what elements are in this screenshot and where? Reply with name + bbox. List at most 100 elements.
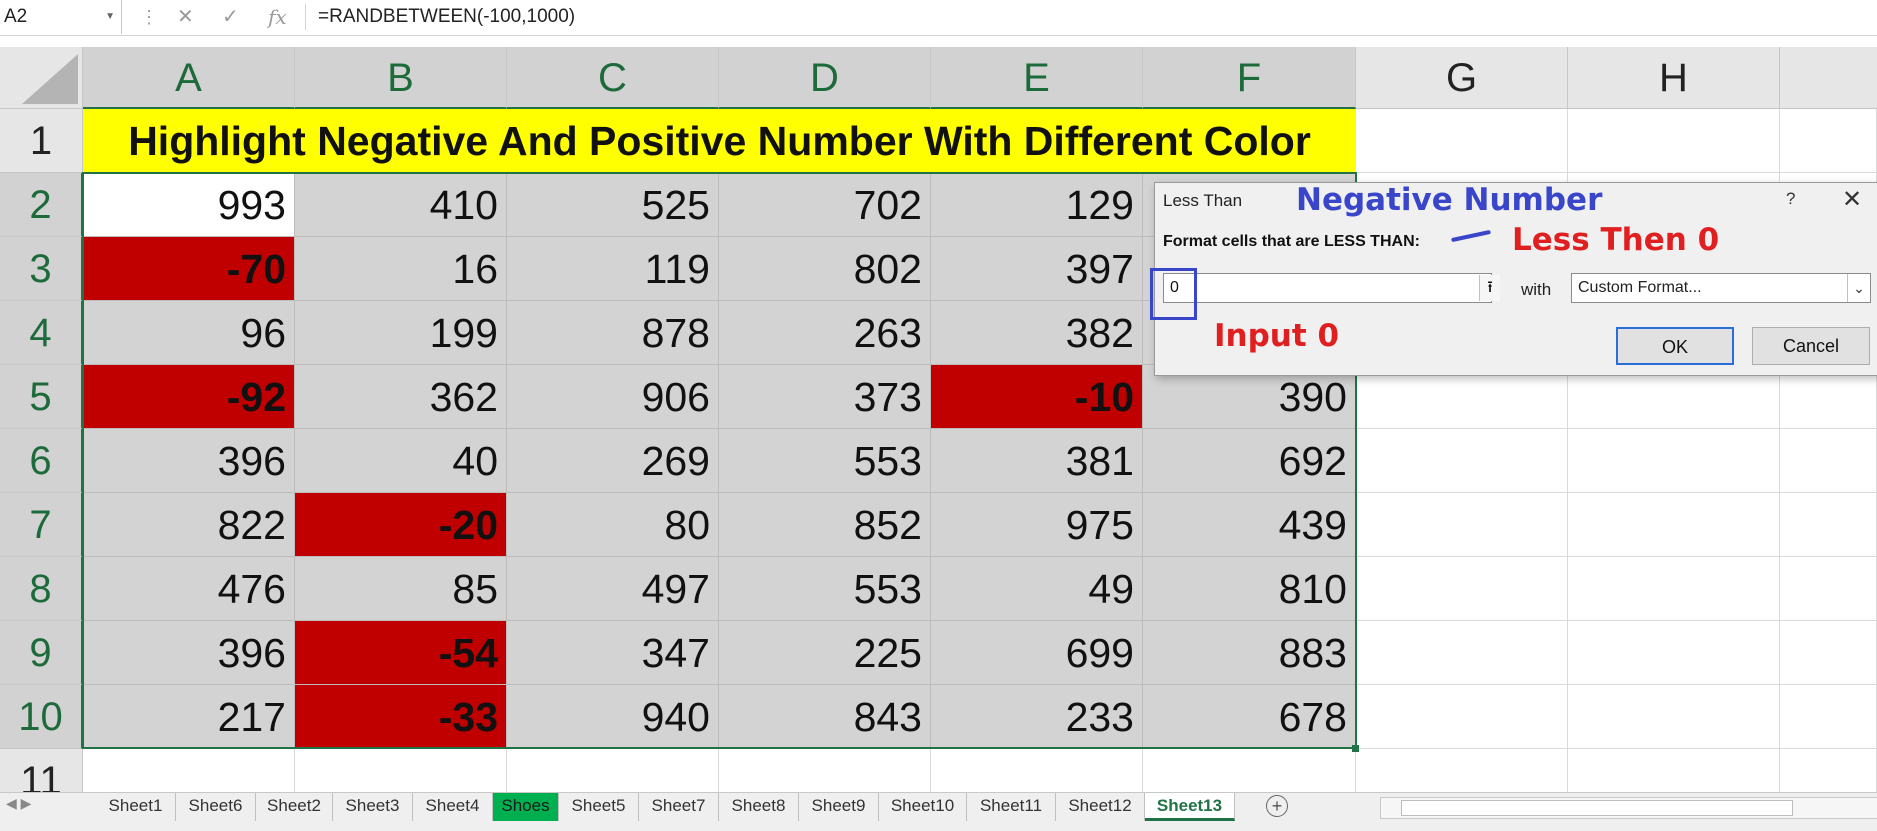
cell-b10[interactable]: -33 bbox=[295, 685, 507, 749]
title-cell[interactable]: Highlight Negative And Positive Number W… bbox=[83, 109, 1356, 173]
row-header-5[interactable]: 5 bbox=[0, 365, 83, 429]
cell-e3[interactable]: 397 bbox=[931, 237, 1143, 301]
sheet-tab-sheet12[interactable]: Sheet12 bbox=[1056, 793, 1145, 821]
cell-a6[interactable]: 396 bbox=[83, 429, 295, 493]
cell-e2[interactable]: 129 bbox=[931, 173, 1143, 237]
cell-e5[interactable]: -10 bbox=[931, 365, 1143, 429]
cancel-button[interactable]: Cancel bbox=[1752, 327, 1870, 365]
cell-f6[interactable]: 692 bbox=[1143, 429, 1356, 493]
sheet-tab-sheet9[interactable]: Sheet9 bbox=[799, 793, 879, 821]
row-header-7[interactable]: 7 bbox=[0, 493, 83, 557]
empty-cell[interactable] bbox=[1356, 557, 1568, 621]
sheet-tab-sheet5[interactable]: Sheet5 bbox=[559, 793, 639, 821]
ok-button[interactable]: OK bbox=[1616, 327, 1734, 365]
row-header-9[interactable]: 9 bbox=[0, 621, 83, 685]
sheet-tab-sheet3[interactable]: Sheet3 bbox=[333, 793, 413, 821]
row-header-6[interactable]: 6 bbox=[0, 429, 83, 493]
cell-c10[interactable]: 940 bbox=[507, 685, 719, 749]
cell-d8[interactable]: 553 bbox=[719, 557, 931, 621]
empty-cell[interactable] bbox=[1568, 557, 1780, 621]
format-select[interactable]: Custom Format... ⌄ bbox=[1571, 273, 1871, 303]
help-icon[interactable]: ? bbox=[1786, 189, 1795, 209]
row-header-8[interactable]: 8 bbox=[0, 557, 83, 621]
cell-f8[interactable]: 810 bbox=[1143, 557, 1356, 621]
cell-d2[interactable]: 702 bbox=[719, 173, 931, 237]
empty-cell[interactable] bbox=[1356, 685, 1568, 749]
cell-d5[interactable]: 373 bbox=[719, 365, 931, 429]
cell-c9[interactable]: 347 bbox=[507, 621, 719, 685]
chevron-down-icon[interactable]: ⌄ bbox=[1847, 274, 1870, 302]
cell-b8[interactable]: 85 bbox=[295, 557, 507, 621]
cell-c3[interactable]: 119 bbox=[507, 237, 719, 301]
empty-cell[interactable] bbox=[1568, 109, 1780, 173]
collapse-dialog-icon[interactable]: ⭱ bbox=[1479, 275, 1500, 301]
cell-d9[interactable]: 225 bbox=[719, 621, 931, 685]
formula-input[interactable]: =RANDBETWEEN(-100,1000) bbox=[318, 0, 575, 34]
cell-f9[interactable]: 883 bbox=[1143, 621, 1356, 685]
cell-d7[interactable]: 852 bbox=[719, 493, 931, 557]
empty-cell[interactable] bbox=[1780, 557, 1877, 621]
sheet-tab-sheet4[interactable]: Sheet4 bbox=[413, 793, 493, 821]
empty-cell[interactable] bbox=[1356, 429, 1568, 493]
cell-a9[interactable]: 396 bbox=[83, 621, 295, 685]
row-header-2[interactable]: 2 bbox=[0, 173, 83, 237]
cell-a8[interactable]: 476 bbox=[83, 557, 295, 621]
empty-cell[interactable] bbox=[1356, 109, 1568, 173]
chevron-down-icon[interactable]: ▼ bbox=[105, 0, 115, 34]
sheet-tab-sheet10[interactable]: Sheet10 bbox=[879, 793, 967, 821]
cell-e8[interactable]: 49 bbox=[931, 557, 1143, 621]
scrollbar-thumb[interactable] bbox=[1401, 800, 1793, 816]
sheet-tab-sheet6[interactable]: Sheet6 bbox=[176, 793, 256, 821]
sheet-tab-sheet11[interactable]: Sheet11 bbox=[967, 793, 1056, 821]
cell-a3[interactable]: -70 bbox=[83, 237, 295, 301]
cell-b7[interactable]: -20 bbox=[295, 493, 507, 557]
column-header-a[interactable]: A bbox=[83, 47, 295, 109]
column-header-f[interactable]: F bbox=[1143, 47, 1356, 109]
empty-cell[interactable] bbox=[1356, 621, 1568, 685]
value-input[interactable]: 0 bbox=[1163, 273, 1492, 303]
cell-e9[interactable]: 699 bbox=[931, 621, 1143, 685]
row-header-10[interactable]: 10 bbox=[0, 685, 83, 749]
enter-icon[interactable]: ✓ bbox=[222, 0, 239, 34]
empty-cell[interactable] bbox=[1780, 429, 1877, 493]
cell-a7[interactable]: 822 bbox=[83, 493, 295, 557]
cell-d10[interactable]: 843 bbox=[719, 685, 931, 749]
sheet-tab-sheet1[interactable]: Sheet1 bbox=[96, 793, 176, 821]
cell-c2[interactable]: 525 bbox=[507, 173, 719, 237]
cell-b2[interactable]: 410 bbox=[295, 173, 507, 237]
insert-function-icon[interactable]: fx bbox=[268, 0, 287, 34]
cell-e7[interactable]: 975 bbox=[931, 493, 1143, 557]
cell-a4[interactable]: 96 bbox=[83, 301, 295, 365]
sheet-tab-sheet2[interactable]: Sheet2 bbox=[256, 793, 333, 821]
close-icon[interactable]: ✕ bbox=[1842, 185, 1862, 214]
cell-d3[interactable]: 802 bbox=[719, 237, 931, 301]
cell-b4[interactable]: 199 bbox=[295, 301, 507, 365]
cell-c5[interactable]: 906 bbox=[507, 365, 719, 429]
empty-cell[interactable] bbox=[1356, 493, 1568, 557]
cell-b9[interactable]: -54 bbox=[295, 621, 507, 685]
sheet-tab-shoes[interactable]: Shoes bbox=[493, 793, 559, 821]
cell-a10[interactable]: 217 bbox=[83, 685, 295, 749]
horizontal-scrollbar[interactable] bbox=[1380, 797, 1877, 819]
column-header-b[interactable]: B bbox=[295, 47, 507, 109]
cell-b3[interactable]: 16 bbox=[295, 237, 507, 301]
cell-b5[interactable]: 362 bbox=[295, 365, 507, 429]
cell-c8[interactable]: 497 bbox=[507, 557, 719, 621]
cell-c6[interactable]: 269 bbox=[507, 429, 719, 493]
row-header-1[interactable]: 1 bbox=[0, 109, 83, 173]
cell-e4[interactable]: 382 bbox=[931, 301, 1143, 365]
cell-b6[interactable]: 40 bbox=[295, 429, 507, 493]
row-header-3[interactable]: 3 bbox=[0, 237, 83, 301]
empty-cell[interactable] bbox=[1568, 429, 1780, 493]
empty-cell[interactable] bbox=[1568, 621, 1780, 685]
empty-cell[interactable] bbox=[1568, 685, 1780, 749]
cell-d4[interactable]: 263 bbox=[719, 301, 931, 365]
column-header-e[interactable]: E bbox=[931, 47, 1143, 109]
cell-c4[interactable]: 878 bbox=[507, 301, 719, 365]
sheet-tab-sheet7[interactable]: Sheet7 bbox=[639, 793, 719, 821]
cancel-icon[interactable]: ✕ bbox=[177, 0, 194, 34]
cell-f7[interactable]: 439 bbox=[1143, 493, 1356, 557]
sheet-nav-arrows-icon[interactable]: ◀ ▶ bbox=[6, 795, 31, 812]
empty-cell[interactable] bbox=[1780, 621, 1877, 685]
more-options-icon[interactable]: ⋮ bbox=[140, 0, 158, 34]
